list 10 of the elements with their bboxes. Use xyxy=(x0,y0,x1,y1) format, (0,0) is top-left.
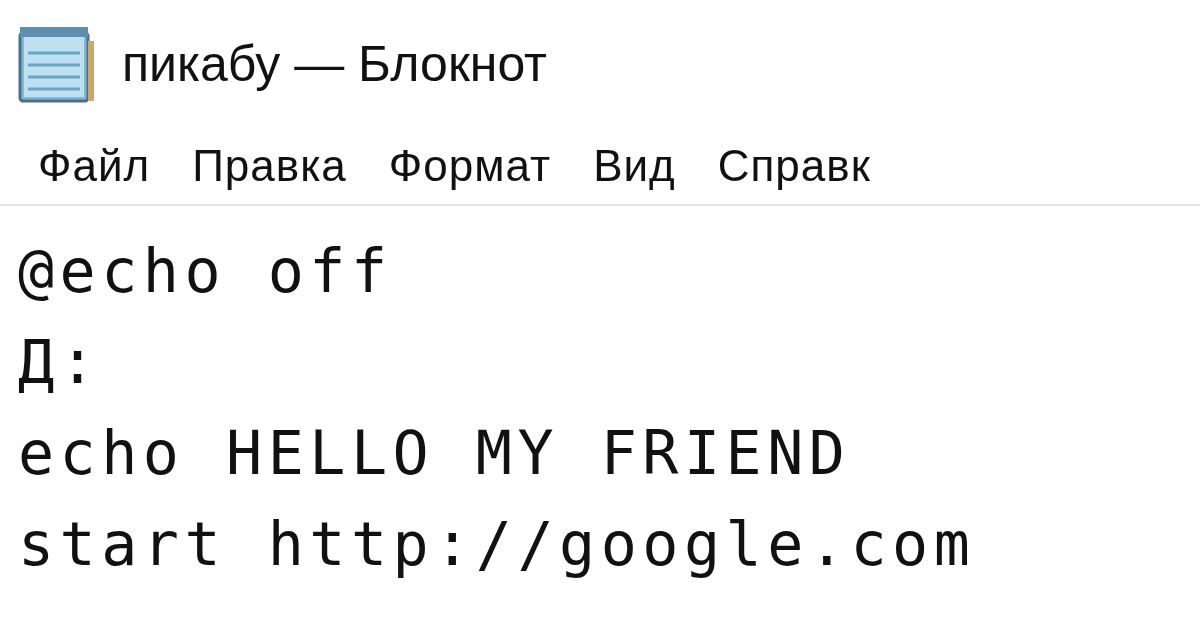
text-line: @echo off xyxy=(18,235,393,308)
menu-item[interactable]: Справк xyxy=(713,133,909,199)
menu-item[interactable]: Файл xyxy=(34,133,189,199)
menu-item[interactable]: Формат xyxy=(384,133,590,199)
menu-item[interactable]: Правка xyxy=(188,133,385,199)
text-line: echo HELLO MY FRIEND xyxy=(18,417,851,490)
text-line: start http://google.com xyxy=(18,508,976,581)
text-line: Д: xyxy=(18,326,102,399)
window-title: пикабу — Блокнот xyxy=(122,34,547,94)
menu-item[interactable]: Вид xyxy=(589,133,714,199)
